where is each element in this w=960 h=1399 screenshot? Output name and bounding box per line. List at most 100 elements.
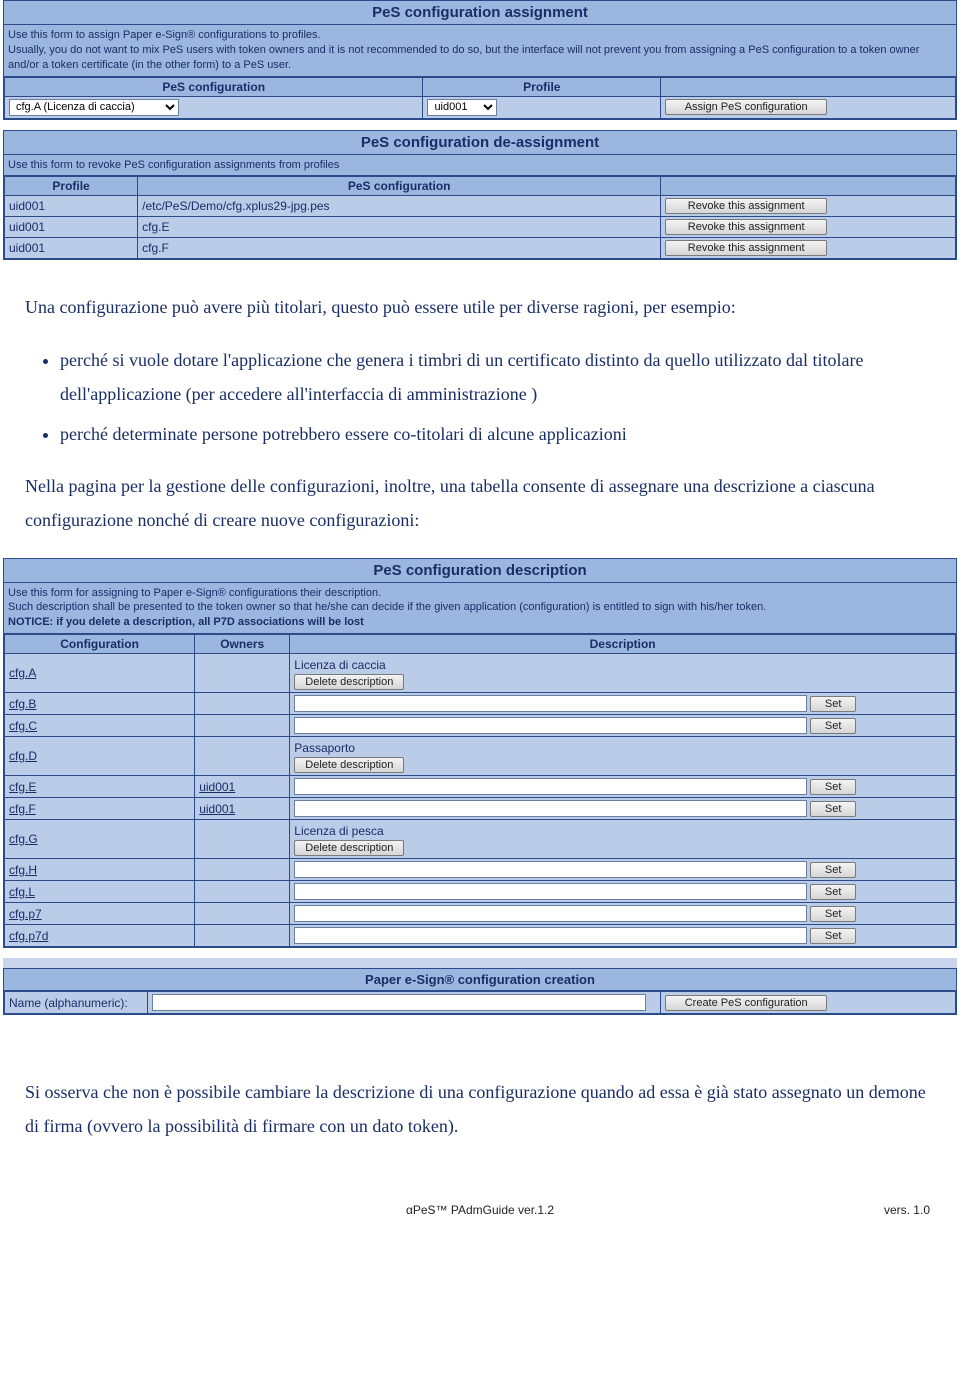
desc-input[interactable]	[294, 905, 806, 922]
desc-desc-cell: Set	[290, 925, 956, 947]
assignment-table: PeS configuration Profile cfg.A (Licenza…	[4, 77, 956, 119]
desc-desc-cell: Licenza di pescaDelete description	[290, 820, 956, 859]
table-row: cfg.p7 Set	[5, 903, 956, 925]
desc-input[interactable]	[294, 695, 806, 712]
config-link[interactable]: cfg.L	[9, 885, 35, 899]
set-button[interactable]: Set	[810, 884, 857, 900]
deassignment-panel: PeS configuration de-assignment Use this…	[3, 130, 957, 261]
table-row: cfg.B Set	[5, 693, 956, 715]
table-row: uid001cfg.FRevoke this assignment	[5, 238, 956, 259]
table-row: cfg.G Licenza di pescaDelete description	[5, 820, 956, 859]
config-link[interactable]: cfg.G	[9, 832, 38, 846]
page-footer: αPeS™ PAdmGuide ver.1.2 vers. 1.0	[0, 1203, 960, 1237]
footer-right: vers. 1.0	[884, 1203, 930, 1217]
assign-button[interactable]: Assign PeS configuration	[665, 99, 827, 115]
set-button[interactable]: Set	[810, 906, 857, 922]
prose-block-1: Una configurazione può avere più titolar…	[25, 290, 935, 537]
deassign-profile-cell: uid001	[5, 238, 138, 259]
desc-owners-cell: uid001	[195, 776, 290, 798]
config-link[interactable]: cfg.E	[9, 780, 36, 794]
desc-config-cell: cfg.E	[5, 776, 195, 798]
creation-panel: Paper e-Sign® configuration creation Nam…	[3, 968, 957, 1015]
set-button[interactable]: Set	[810, 801, 857, 817]
assign-config-select[interactable]: cfg.A (Licenza di caccia)	[9, 99, 179, 116]
table-row: cfg.D PassaportoDelete description	[5, 737, 956, 776]
desc-config-cell: cfg.D	[5, 737, 195, 776]
config-link[interactable]: cfg.p7	[9, 907, 42, 921]
table-row: cfg.F uid001 Set	[5, 798, 956, 820]
desc-input[interactable]	[294, 800, 806, 817]
table-row: cfg.H Set	[5, 859, 956, 881]
set-button[interactable]: Set	[810, 928, 857, 944]
owner-link[interactable]: uid001	[199, 802, 235, 816]
assign-col-action	[661, 77, 956, 96]
desc-owners-cell	[195, 654, 290, 693]
create-button[interactable]: Create PeS configuration	[665, 995, 827, 1011]
creation-table: Name (alphanumeric): Create PeS configur…	[4, 991, 956, 1014]
desc-value: Licenza di caccia	[294, 656, 951, 674]
set-button[interactable]: Set	[810, 696, 857, 712]
desc-owners-cell	[195, 881, 290, 903]
desc-input[interactable]	[294, 778, 806, 795]
assignment-panel: PeS configuration assignment Use this fo…	[3, 0, 957, 120]
deassign-profile-cell: uid001	[5, 196, 138, 217]
delete-desc-button[interactable]: Delete description	[294, 757, 404, 773]
assign-col-profile: Profile	[423, 77, 661, 96]
table-row: cfg.A Licenza di cacciaDelete description	[5, 654, 956, 693]
revoke-button[interactable]: Revoke this assignment	[665, 240, 827, 256]
config-link[interactable]: cfg.F	[9, 802, 36, 816]
set-button[interactable]: Set	[810, 718, 857, 734]
desc-intro-l1: Use this form for assigning to Paper e-S…	[8, 587, 381, 599]
deassign-col-action	[661, 177, 956, 196]
desc-desc-cell: Set	[290, 903, 956, 925]
config-link[interactable]: cfg.B	[9, 697, 36, 711]
assign-profile-select[interactable]: uid001	[427, 99, 497, 116]
table-row: cfg.L Set	[5, 881, 956, 903]
prose1-p2: Nella pagina per la gestione delle confi…	[25, 469, 935, 537]
table-row: uid001cfg.ERevoke this assignment	[5, 217, 956, 238]
owner-link[interactable]: uid001	[199, 780, 235, 794]
desc-desc-cell: PassaportoDelete description	[290, 737, 956, 776]
desc-intro-l2: Such description shall be presented to t…	[8, 601, 766, 613]
desc-config-cell: cfg.H	[5, 859, 195, 881]
footer-center: αPeS™ PAdmGuide ver.1.2	[406, 1203, 554, 1217]
desc-input[interactable]	[294, 861, 806, 878]
desc-desc-cell: Set	[290, 859, 956, 881]
prose1-bullet-2: perché determinate persone potrebbero es…	[60, 417, 935, 451]
config-link[interactable]: cfg.A	[9, 666, 36, 680]
table-row: cfg.E uid001 Set	[5, 776, 956, 798]
desc-config-cell: cfg.A	[5, 654, 195, 693]
desc-intro-l3: NOTICE: if you delete a description, all…	[8, 616, 364, 628]
revoke-button[interactable]: Revoke this assignment	[665, 198, 827, 214]
desc-config-cell: cfg.C	[5, 715, 195, 737]
desc-config-cell: cfg.p7	[5, 903, 195, 925]
table-row: cfg.C Set	[5, 715, 956, 737]
desc-desc-cell: Set	[290, 693, 956, 715]
config-link[interactable]: cfg.C	[9, 719, 37, 733]
desc-input[interactable]	[294, 717, 806, 734]
description-title: PeS configuration description	[4, 559, 956, 583]
desc-owners-cell	[195, 925, 290, 947]
prose1-bullet-1: perché si vuole dotare l'applicazione ch…	[60, 343, 935, 411]
spacer	[3, 958, 957, 968]
deassignment-table: Profile PeS configuration uid001/etc/PeS…	[4, 176, 956, 259]
config-link[interactable]: cfg.p7d	[9, 929, 48, 943]
desc-owners-cell	[195, 737, 290, 776]
desc-desc-cell: Set	[290, 715, 956, 737]
table-row: uid001/etc/PeS/Demo/cfg.xplus29-jpg.pesR…	[5, 196, 956, 217]
delete-desc-button[interactable]: Delete description	[294, 674, 404, 690]
creation-name-input[interactable]	[152, 994, 646, 1011]
config-link[interactable]: cfg.D	[9, 749, 37, 763]
revoke-button[interactable]: Revoke this assignment	[665, 219, 827, 235]
desc-input[interactable]	[294, 927, 806, 944]
desc-input[interactable]	[294, 883, 806, 900]
set-button[interactable]: Set	[810, 862, 857, 878]
creation-title: Paper e-Sign® configuration creation	[4, 969, 956, 991]
prose-block-2: Si osserva che non è possibile cambiare …	[25, 1075, 935, 1143]
delete-desc-button[interactable]: Delete description	[294, 840, 404, 856]
config-link[interactable]: cfg.H	[9, 863, 37, 877]
deassign-config-cell: cfg.E	[138, 217, 661, 238]
desc-owners-cell	[195, 820, 290, 859]
desc-value: Licenza di pesca	[294, 822, 951, 840]
set-button[interactable]: Set	[810, 779, 857, 795]
